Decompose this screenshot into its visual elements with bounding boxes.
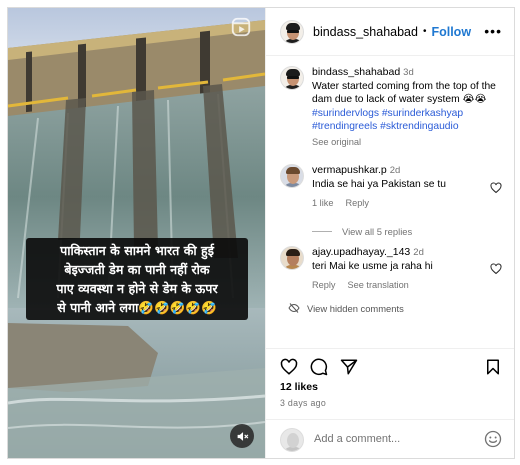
post-dialog: पाकिस्तान के सामने भारत की हुई बेइज्जती …	[7, 7, 515, 459]
comment-time[interactable]: 2d	[390, 165, 401, 176]
post-header: bindass_shahabad • Follow •••	[266, 8, 514, 56]
post-date[interactable]: 3 days ago	[280, 398, 326, 408]
caption-text: Water started coming from the top of the…	[312, 80, 496, 106]
mute-button[interactable]	[230, 424, 254, 448]
reply-button[interactable]: Reply	[312, 280, 336, 290]
comment-icon[interactable]	[310, 358, 328, 376]
comment-heart-icon[interactable]	[490, 263, 502, 275]
comment-like-count[interactable]: 1 like	[312, 198, 333, 208]
avatar[interactable]	[280, 164, 304, 188]
post-caption: bindass_shahabad 3d Water started coming …	[280, 66, 502, 149]
comment-username[interactable]: ajay.upadhayay._143	[312, 246, 410, 258]
comment-item: vermapushkar.p 2d India se hai ya Pakista…	[280, 164, 502, 211]
view-replies-label: View all 5 replies	[342, 226, 413, 237]
comment-item: ajay.upadhayay._143 2d teri Mai ke usme j…	[280, 246, 502, 293]
separator-dot: •	[422, 26, 427, 37]
caption-username[interactable]: bindass_shahabad	[312, 66, 400, 78]
view-hidden-comments-button[interactable]: View hidden comments	[288, 302, 404, 314]
overlay-line: बेइज्जती डेम का पानी नहीं रोक	[64, 262, 210, 277]
video-text-overlay: पाकिस्तान के सामने भारत की हुई बेइज्जती …	[26, 238, 248, 320]
comments-section[interactable]: bindass_shahabad 3d Water started coming …	[266, 56, 514, 348]
avatar[interactable]	[280, 66, 304, 90]
emoji-icon[interactable]	[484, 430, 502, 448]
add-comment-input[interactable]	[314, 431, 474, 447]
follow-button[interactable]: Follow	[431, 25, 471, 39]
dam-video-frame	[8, 8, 265, 458]
post-video[interactable]: पाकिस्तान के सामने भारत की हुई बेइज्जती …	[8, 8, 265, 458]
author-username[interactable]: bindass_shahabad	[313, 25, 418, 39]
see-original-link[interactable]: See original	[312, 136, 502, 150]
view-hidden-comments-label: View hidden comments	[307, 302, 404, 314]
comment-time[interactable]: 2d	[413, 247, 424, 258]
avatar[interactable]	[280, 19, 304, 44]
muted-speaker-icon	[237, 431, 248, 441]
comment-username[interactable]: vermapushkar.p	[312, 164, 387, 176]
comment-meta: 1 like Reply	[312, 197, 502, 211]
action-bar	[266, 348, 514, 382]
eye-slash-icon	[288, 303, 300, 313]
caption-time[interactable]: 3d	[403, 67, 414, 78]
overlay-line: पाकिस्तान के सामने भारत की हुई	[60, 243, 214, 258]
bookmark-icon[interactable]	[484, 358, 502, 376]
likes-count[interactable]: 12 likes	[280, 381, 318, 393]
comment-text: India se hai ya Pakistan se tu	[312, 178, 446, 190]
comment-text: teri Mai ke usme ja raha hi	[312, 260, 433, 272]
reply-button[interactable]: Reply	[345, 198, 369, 208]
comment-meta: Reply See translation	[312, 279, 502, 293]
caption-hashtags[interactable]: #surindervlogs #surinderkashyap #trendin…	[312, 107, 502, 134]
overlay-line: से पानी आने लगा🤣🤣🤣🤣🤣	[57, 300, 217, 315]
share-icon[interactable]	[340, 358, 358, 376]
post-side-panel: bindass_shahabad • Follow ••• bindass_sh…	[265, 8, 514, 458]
reel-icon	[231, 17, 251, 37]
see-translation-link[interactable]: See translation	[348, 280, 409, 290]
view-replies-button[interactable]: View all 5 replies	[312, 226, 412, 237]
add-comment-bar	[266, 419, 514, 458]
avatar	[280, 428, 304, 452]
overlay-line: पाए व्यवस्था न होने से डेम के ऊपर	[56, 281, 218, 296]
more-options-icon[interactable]: •••	[484, 24, 502, 38]
comment-heart-icon[interactable]	[490, 182, 502, 194]
avatar[interactable]	[280, 246, 304, 270]
heart-icon[interactable]	[280, 358, 298, 376]
